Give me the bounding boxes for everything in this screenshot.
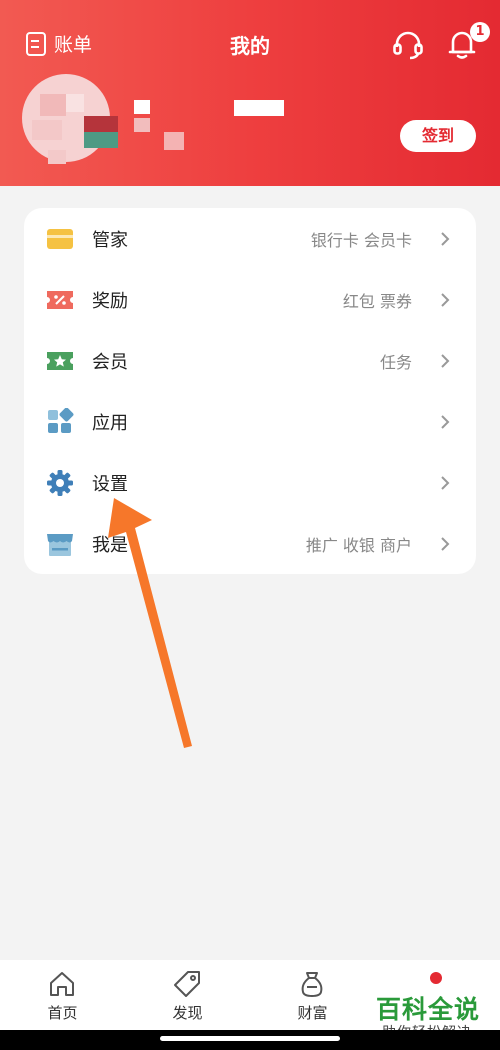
card-icon bbox=[47, 229, 73, 249]
menu-label: 管家 bbox=[92, 229, 128, 251]
nav-label: 财富 bbox=[297, 1004, 328, 1022]
home-icon bbox=[50, 972, 74, 996]
home-indicator[interactable] bbox=[160, 1036, 340, 1041]
chevron-right-icon bbox=[441, 536, 450, 551]
member-ticket-icon bbox=[47, 352, 73, 370]
apps-grid-icon bbox=[48, 408, 74, 433]
coupon-icon bbox=[47, 291, 73, 309]
annotation-arrow bbox=[108, 498, 192, 748]
menu-sub: 任务 bbox=[379, 352, 412, 372]
nav-item-wealth[interactable]: 财富 bbox=[250, 960, 375, 1030]
menu-sub: 银行卡 会员卡 bbox=[310, 230, 412, 250]
menu-item-apps[interactable]: 应用 bbox=[24, 391, 476, 452]
gear-icon bbox=[47, 470, 73, 496]
pixelated-name bbox=[84, 116, 118, 132]
unread-dot bbox=[430, 972, 442, 984]
sign-in-button[interactable]: 签到 bbox=[400, 120, 476, 152]
nav-label: 首页 bbox=[47, 1004, 78, 1022]
chevron-right-icon bbox=[441, 414, 450, 429]
menu-sub: 推广 收银 商户 bbox=[305, 535, 412, 555]
watermark-main: 百科全说 bbox=[376, 995, 481, 1024]
chevron-right-icon bbox=[441, 353, 450, 368]
menu-item-steward[interactable]: 管家 银行卡 会员卡 bbox=[24, 208, 476, 269]
chevron-right-icon bbox=[441, 231, 450, 246]
menu-item-member[interactable]: 会员 任务 bbox=[24, 330, 476, 391]
headset-icon[interactable] bbox=[392, 30, 424, 60]
chevron-right-icon bbox=[441, 475, 450, 490]
nav-item-discover[interactable]: 发现 bbox=[125, 960, 250, 1030]
menu-card: 管家 银行卡 会员卡 奖励 红包 票券 会员 任务 应用 设置 我是 推广 收银… bbox=[24, 208, 476, 574]
profile-header: 账单 我的 1 签到 bbox=[0, 0, 500, 186]
menu-item-settings[interactable]: 设置 bbox=[24, 452, 476, 513]
nav-label: 发现 bbox=[172, 1004, 203, 1022]
username-redacted bbox=[234, 100, 284, 116]
chevron-right-icon bbox=[441, 292, 450, 307]
menu-label: 奖励 bbox=[92, 290, 128, 312]
tag-icon bbox=[174, 971, 200, 997]
notification-badge: 1 bbox=[470, 22, 490, 42]
menu-label: 应用 bbox=[92, 412, 128, 434]
nav-item-home[interactable]: 首页 bbox=[0, 960, 125, 1030]
menu-label: 会员 bbox=[92, 351, 128, 373]
shop-icon bbox=[47, 534, 73, 556]
menu-item-merchant[interactable]: 我是 推广 收银 商户 bbox=[24, 513, 476, 574]
money-bag-icon bbox=[301, 972, 323, 997]
menu-item-rewards[interactable]: 奖励 红包 票券 bbox=[24, 269, 476, 330]
page-title: 我的 bbox=[230, 34, 270, 58]
top-bar: 账单 我的 1 bbox=[0, 22, 500, 66]
menu-sub: 红包 票券 bbox=[342, 291, 412, 311]
